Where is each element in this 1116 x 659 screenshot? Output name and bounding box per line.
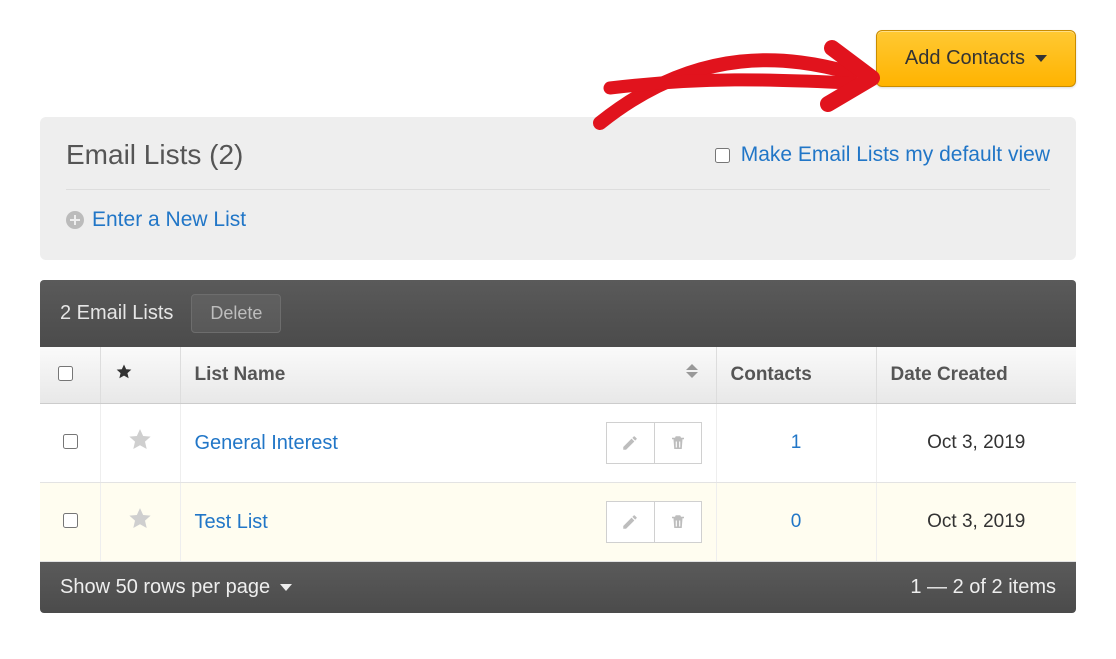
delete-row-button[interactable] bbox=[654, 501, 702, 543]
col-contacts[interactable]: Contacts bbox=[716, 347, 876, 404]
lists-table: List Name Contacts Date Created bbox=[40, 347, 1076, 562]
add-contacts-button[interactable]: Add Contacts bbox=[876, 30, 1076, 87]
panel-header: Email Lists (2) Make Email Lists my defa… bbox=[66, 139, 1050, 190]
favorite-toggle[interactable] bbox=[100, 404, 180, 483]
caret-down-icon bbox=[1035, 55, 1047, 62]
col-date-label: Date Created bbox=[891, 364, 1008, 385]
edit-button[interactable] bbox=[606, 422, 654, 464]
table-row: Test List 0 Oct 3, 2019 bbox=[40, 483, 1076, 562]
list-name-link[interactable]: Test List bbox=[195, 511, 268, 534]
col-favorite[interactable] bbox=[100, 347, 180, 404]
lists-toolbar: 2 Email Lists Delete bbox=[40, 280, 1076, 347]
row-actions bbox=[606, 422, 702, 464]
date-created-cell: Oct 3, 2019 bbox=[876, 404, 1076, 483]
default-view-checkbox[interactable] bbox=[715, 148, 730, 163]
table-footer: Show 50 rows per page 1 — 2 of 2 items bbox=[40, 562, 1076, 613]
table-header-row: List Name Contacts Date Created bbox=[40, 347, 1076, 404]
edit-button[interactable] bbox=[606, 501, 654, 543]
lists-table-wrap: 2 Email Lists Delete List Name bbox=[40, 280, 1076, 562]
contacts-count-link[interactable]: 1 bbox=[791, 432, 802, 453]
panel-title: Email Lists (2) bbox=[66, 139, 243, 171]
pencil-icon bbox=[621, 434, 639, 452]
star-icon bbox=[127, 506, 153, 532]
row-checkbox[interactable] bbox=[63, 434, 78, 449]
default-view-toggle[interactable]: Make Email Lists my default view bbox=[711, 143, 1050, 167]
col-select-all[interactable] bbox=[40, 347, 100, 404]
row-actions bbox=[606, 501, 702, 543]
enter-new-list-link[interactable]: Enter a New List bbox=[92, 208, 246, 232]
contacts-count-link[interactable]: 0 bbox=[791, 511, 802, 532]
caret-down-icon bbox=[280, 584, 292, 591]
star-icon bbox=[115, 365, 133, 386]
col-contacts-label: Contacts bbox=[731, 364, 812, 385]
pencil-icon bbox=[621, 513, 639, 531]
col-list-name[interactable]: List Name bbox=[180, 347, 716, 404]
email-lists-panel: Email Lists (2) Make Email Lists my defa… bbox=[40, 117, 1076, 260]
trash-icon bbox=[669, 434, 687, 452]
default-view-label[interactable]: Make Email Lists my default view bbox=[741, 143, 1050, 167]
sort-arrows-icon[interactable] bbox=[686, 364, 698, 378]
favorite-toggle[interactable] bbox=[100, 483, 180, 562]
list-name-cell: Test List bbox=[195, 501, 702, 543]
enter-new-list-row[interactable]: Enter a New List bbox=[66, 208, 1050, 232]
trash-icon bbox=[669, 513, 687, 531]
top-actions-bar: Add Contacts bbox=[20, 20, 1096, 97]
delete-row-button[interactable] bbox=[654, 422, 702, 464]
add-contacts-label: Add Contacts bbox=[905, 47, 1025, 70]
lists-count-label: 2 Email Lists bbox=[60, 302, 173, 325]
col-list-name-label: List Name bbox=[195, 364, 286, 385]
table-row: General Interest 1 Oct 3, 2019 bbox=[40, 404, 1076, 483]
delete-button[interactable]: Delete bbox=[191, 294, 281, 333]
date-created-cell: Oct 3, 2019 bbox=[876, 483, 1076, 562]
rows-per-page-label: Show 50 rows per page bbox=[60, 576, 270, 599]
pagination-range: 1 — 2 of 2 items bbox=[910, 576, 1056, 599]
star-icon bbox=[127, 427, 153, 453]
list-name-cell: General Interest bbox=[195, 422, 702, 464]
plus-circle-icon bbox=[66, 211, 84, 229]
rows-per-page-selector[interactable]: Show 50 rows per page bbox=[60, 576, 292, 599]
row-checkbox[interactable] bbox=[63, 513, 78, 528]
select-all-checkbox[interactable] bbox=[58, 366, 73, 381]
col-date-created[interactable]: Date Created bbox=[876, 347, 1076, 404]
list-name-link[interactable]: General Interest bbox=[195, 432, 338, 455]
